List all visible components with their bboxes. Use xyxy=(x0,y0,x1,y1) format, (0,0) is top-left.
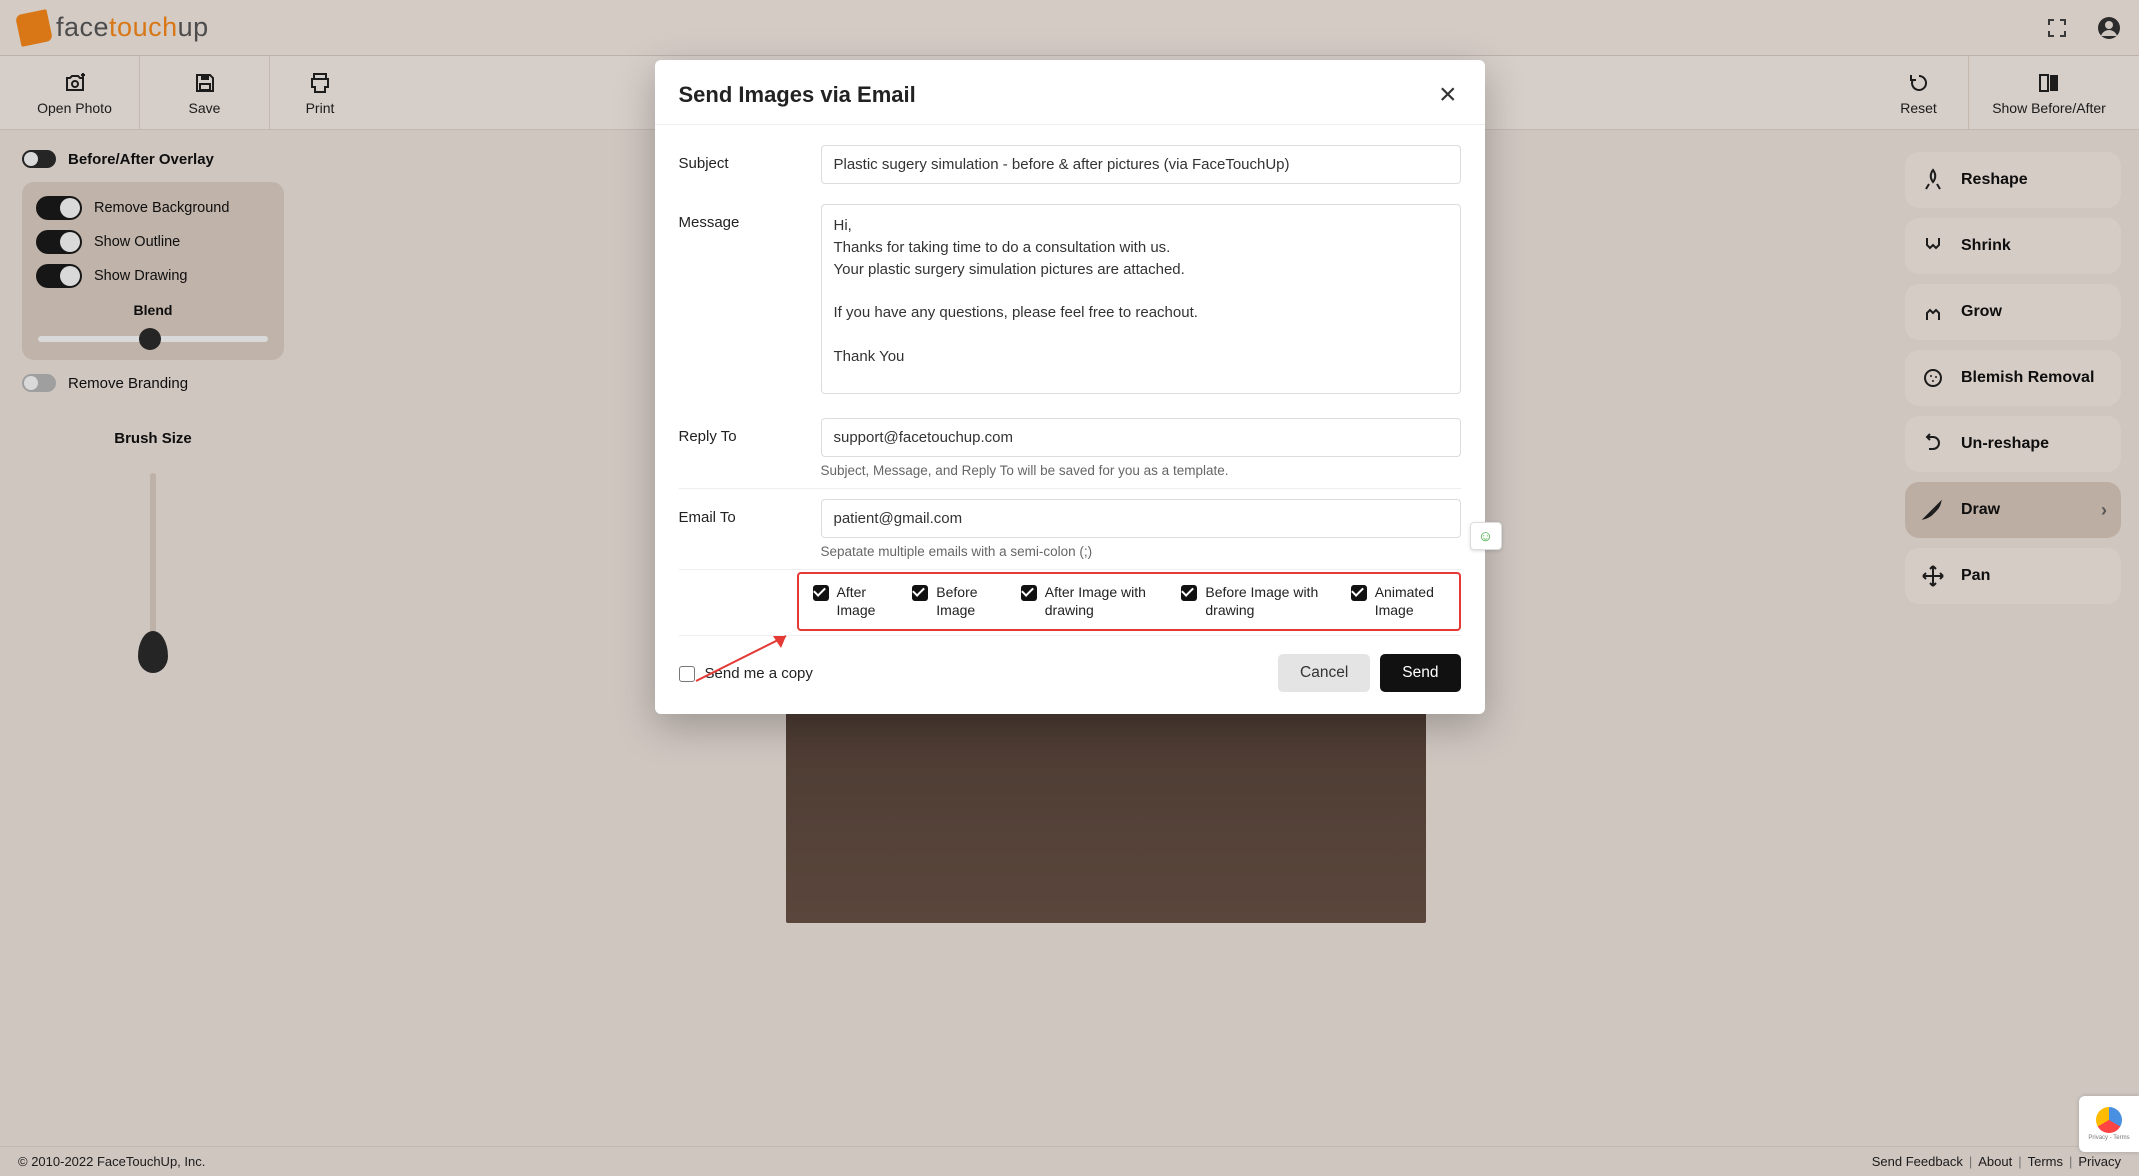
attach-before-drawing[interactable]: Before Image with drawing xyxy=(1181,584,1322,619)
replyto-input[interactable] xyxy=(821,418,1461,457)
checkbox-icon[interactable] xyxy=(912,585,928,601)
send-copy-row[interactable]: Send me a copy xyxy=(679,665,813,682)
attach-before[interactable]: Before Image xyxy=(912,584,992,619)
attach-after-drawing[interactable]: After Image with drawing xyxy=(1021,584,1154,619)
attach-after[interactable]: After Image xyxy=(813,584,885,619)
close-icon[interactable]: × xyxy=(1435,80,1461,110)
checkbox-icon[interactable] xyxy=(1351,585,1367,601)
subject-input[interactable] xyxy=(821,145,1461,184)
recaptcha-badge: Privacy - Terms xyxy=(2079,1096,2139,1152)
checkbox-icon[interactable] xyxy=(813,585,829,601)
send-copy-label: Send me a copy xyxy=(705,665,813,682)
emoji-picker-icon[interactable]: ☺ xyxy=(1470,522,1502,550)
attachments-row: After Image Before Image After Image wit… xyxy=(797,572,1461,631)
attach-label: After Image with drawing xyxy=(1045,584,1154,619)
template-hint: Subject, Message, and Reply To will be s… xyxy=(821,463,1461,478)
emailto-hint: Sepatate multiple emails with a semi-col… xyxy=(821,544,1461,559)
subject-label: Subject xyxy=(679,145,797,172)
attach-label: Before Image xyxy=(936,584,992,619)
attach-label: After Image xyxy=(837,584,885,619)
cancel-button[interactable]: Cancel xyxy=(1278,654,1370,692)
recaptcha-icon xyxy=(2096,1107,2122,1133)
emailto-input[interactable] xyxy=(821,499,1461,538)
modal-title: Send Images via Email xyxy=(679,82,916,108)
checkbox-icon[interactable] xyxy=(1181,585,1197,601)
checkbox-icon[interactable] xyxy=(1021,585,1037,601)
emailto-label: Email To xyxy=(679,499,797,526)
send-email-modal: Send Images via Email × Subject Message … xyxy=(655,60,1485,714)
attach-label: Animated Image xyxy=(1375,584,1445,619)
recaptcha-text: Privacy - Terms xyxy=(2088,1135,2129,1141)
checkbox-icon[interactable] xyxy=(679,666,695,682)
modal-overlay: Send Images via Email × Subject Message … xyxy=(0,0,2139,1176)
message-label: Message xyxy=(679,204,797,231)
replyto-label: Reply To xyxy=(679,418,797,445)
send-button[interactable]: Send xyxy=(1380,654,1460,692)
message-textarea[interactable] xyxy=(821,204,1461,394)
attach-animated[interactable]: Animated Image xyxy=(1351,584,1445,619)
attach-label: Before Image with drawing xyxy=(1205,584,1322,619)
